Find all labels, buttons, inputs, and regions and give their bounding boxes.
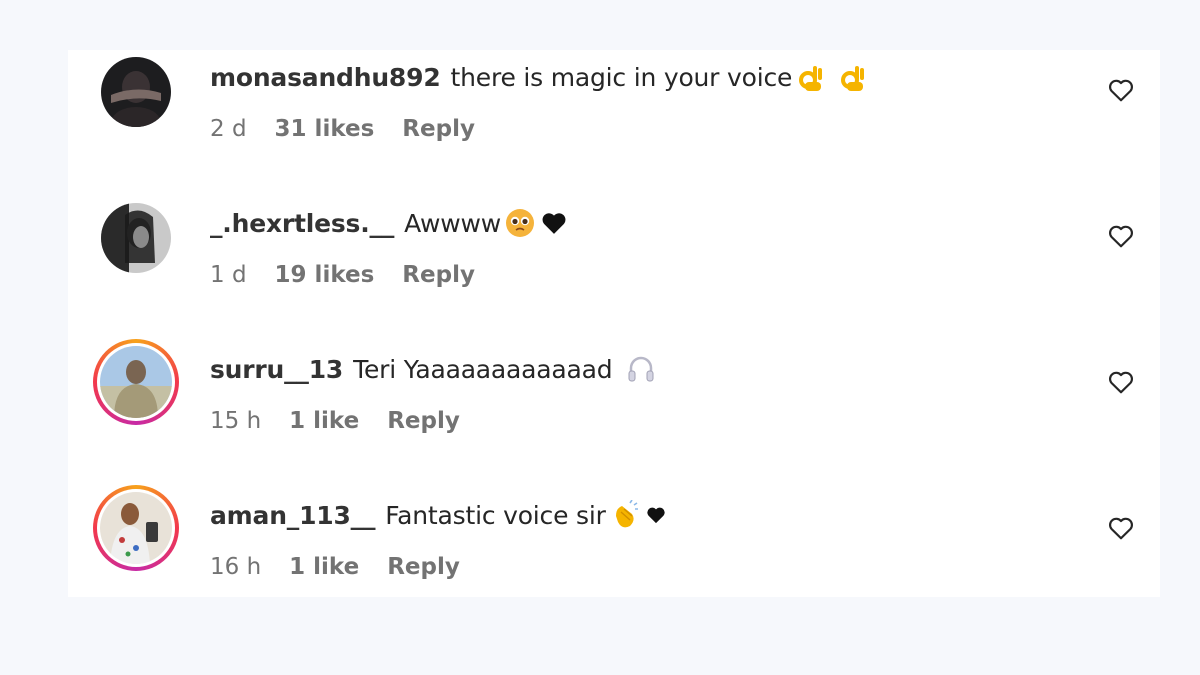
comments-panel: monasandhu892 there is magic in your voi… xyxy=(68,50,1160,597)
reply-button[interactable]: Reply xyxy=(387,408,460,434)
comment-text-line: surru__13 Teri Yaaaaaaaaaaaad xyxy=(210,354,656,384)
comment-meta: 15 h 1 like Reply xyxy=(210,408,488,434)
clapping-hands-emoji xyxy=(615,500,638,528)
avatar-image xyxy=(100,346,172,418)
avatar[interactable] xyxy=(100,202,172,274)
comment-meta: 1 d 19 likes Reply xyxy=(210,262,503,288)
avatar-story-ring[interactable] xyxy=(93,339,179,425)
comment-age[interactable]: 1 d xyxy=(210,262,247,288)
comment-likes[interactable]: 1 like xyxy=(289,554,359,580)
comment-item: monasandhu892 there is magic in your voi… xyxy=(68,50,1160,170)
comment-text-line: _.hexrtless.__ Awwww xyxy=(210,208,567,238)
comment-item: aman_113__ Fantastic voice sir 16 h 1 li… xyxy=(68,485,1160,608)
comment-age[interactable]: 2 d xyxy=(210,116,247,142)
heart-outline-icon xyxy=(1109,79,1133,102)
comment-username[interactable]: surru__13 xyxy=(210,355,343,384)
reply-button[interactable]: Reply xyxy=(402,116,475,142)
avatar-image xyxy=(101,203,171,273)
ok-hand-emoji xyxy=(841,66,865,91)
comment-item: surru__13 Teri Yaaaaaaaaaaaad 15 h 1 lik… xyxy=(68,339,1160,462)
comment-username[interactable]: aman_113__ xyxy=(210,501,375,530)
comment-text: Teri Yaaaaaaaaaaaad xyxy=(353,354,613,384)
avatar-ring-gap xyxy=(97,489,175,567)
avatar-ring-gap xyxy=(97,343,175,421)
reply-button[interactable]: Reply xyxy=(387,554,460,580)
heart-outline-icon xyxy=(1109,225,1133,248)
comment-likes[interactable]: 1 like xyxy=(289,408,359,434)
comment-text-line: aman_113__ Fantastic voice sir xyxy=(210,500,666,530)
like-button[interactable] xyxy=(1106,75,1136,105)
comment-text: there is magic in your voice xyxy=(450,62,793,92)
black-heart-emoji xyxy=(542,213,566,234)
avatar-image xyxy=(101,57,171,127)
avatar-image xyxy=(100,492,172,564)
headphones-emoji xyxy=(628,356,654,382)
comment-likes[interactable]: 19 likes xyxy=(275,262,375,288)
comment-username[interactable]: monasandhu892 xyxy=(210,63,441,92)
heart-outline-icon xyxy=(1109,517,1133,540)
black-heart-emoji xyxy=(647,507,665,524)
comment-text-line: monasandhu892 there is magic in your voi… xyxy=(210,62,868,92)
comment-text: Awwww xyxy=(404,208,502,238)
comment-text: Fantastic voice sir xyxy=(385,500,606,530)
reply-button[interactable]: Reply xyxy=(402,262,475,288)
like-button[interactable] xyxy=(1106,367,1136,397)
heart-outline-icon xyxy=(1109,371,1133,394)
comment-age[interactable]: 16 h xyxy=(210,554,261,580)
comment-meta: 2 d 31 likes Reply xyxy=(210,116,503,142)
pleading-face-emoji xyxy=(506,209,535,237)
comment-meta: 16 h 1 like Reply xyxy=(210,554,488,580)
like-button[interactable] xyxy=(1106,221,1136,251)
like-button[interactable] xyxy=(1106,513,1136,543)
avatar[interactable] xyxy=(100,56,172,128)
ok-hand-emoji xyxy=(799,66,823,91)
comment-username[interactable]: _.hexrtless.__ xyxy=(210,209,394,238)
comment-age[interactable]: 15 h xyxy=(210,408,261,434)
comment-item: _.hexrtless.__ Awwww 1 d 19 likes Reply xyxy=(68,196,1160,316)
comment-likes[interactable]: 31 likes xyxy=(275,116,375,142)
avatar-story-ring[interactable] xyxy=(93,485,179,571)
